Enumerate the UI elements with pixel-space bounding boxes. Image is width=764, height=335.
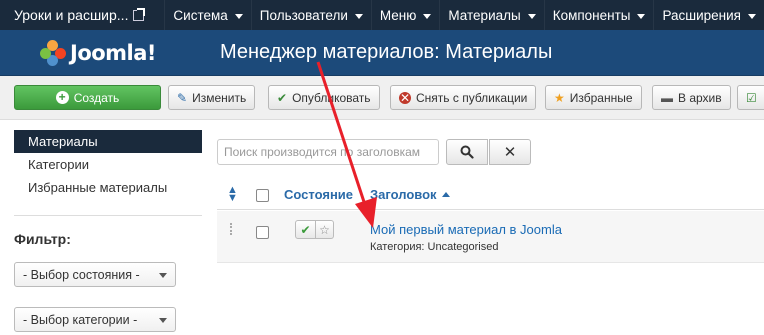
menu-system[interactable]: Система [164, 0, 250, 30]
caret-down-icon [423, 13, 432, 19]
clear-button[interactable]: ✕ [489, 139, 531, 165]
menu-label: Расширения [662, 7, 741, 23]
unpublish-button[interactable]: ✕ Снять с публикации [390, 85, 537, 110]
menu-label: Материалы [448, 7, 521, 23]
menu-content[interactable]: Материалы [439, 0, 543, 30]
row-checkbox[interactable] [256, 226, 269, 239]
star-icon: ★ [554, 90, 565, 105]
sidebar-item-featured[interactable]: Избранные материалы [14, 176, 202, 199]
caret-down-icon [159, 273, 167, 278]
logo-text: Joomla! [70, 40, 157, 65]
caret-down-icon [234, 13, 243, 19]
published-toggle-icon[interactable]: ✔ [295, 220, 316, 239]
sidebar-divider [14, 215, 202, 216]
close-icon: ✕ [503, 144, 517, 161]
caret-down-icon [159, 318, 167, 323]
column-status[interactable]: Состояние [284, 187, 353, 202]
caret-down-icon [527, 13, 536, 19]
site-name-link[interactable]: Уроки и расшир... [0, 7, 164, 23]
select-state[interactable]: - Выбор состояния - [14, 262, 176, 287]
search-button[interactable] [446, 139, 488, 165]
check-icon: ✔ [277, 90, 288, 105]
check-icon: ☑ [746, 90, 757, 105]
filter-title: Фильтр: [14, 231, 71, 247]
sort-ascending-icon [441, 192, 450, 197]
sidebar: Материалы Категории Избранные материалы … [14, 130, 202, 332]
joomla-logo[interactable]: Joomla! [40, 39, 220, 66]
column-title[interactable]: Заголовок [370, 187, 450, 202]
button-label: В архив [678, 90, 722, 105]
status-toggle-group: ✔ ☆ [295, 220, 334, 239]
select-category[interactable]: - Выбор категории - [14, 307, 176, 332]
edit-button[interactable]: ✎ Изменить [168, 85, 256, 110]
menu-label: Система [173, 7, 228, 23]
menu-extensions[interactable]: Расширения [653, 0, 764, 30]
publish-button[interactable]: ✔ Опубликовать [268, 85, 380, 110]
page-header: Joomla! Менеджер материалов: Материалы [0, 30, 764, 76]
select-all-checkbox[interactable] [256, 189, 269, 202]
site-name: Уроки и расшир... [14, 7, 129, 23]
ordering-sort-icon[interactable]: ▲ ▼ [227, 185, 238, 204]
button-label: Избранные [569, 90, 633, 105]
unpublish-icon: ✕ [399, 90, 411, 105]
button-label: Снять с публикации [416, 90, 528, 105]
top-navbar: Уроки и расшир... Система Пользователи М… [0, 0, 764, 30]
menu-label: Пользователи [259, 7, 348, 23]
button-label: Опубликовать [292, 90, 371, 105]
menu-users[interactable]: Пользователи [250, 0, 371, 30]
archive-icon: ▬ [661, 90, 673, 105]
main-menu: Система Пользователи Меню Материалы Комп… [164, 0, 764, 30]
table-header: ▲ ▼ Состояние Заголовок [217, 180, 764, 210]
column-label: Заголовок [370, 187, 437, 202]
checkin-button[interactable]: ☑ [737, 85, 764, 110]
article-title-link[interactable]: Мой первый материал в Joomla [370, 222, 562, 237]
menu-label: Меню [379, 7, 417, 23]
menu-components[interactable]: Компоненты [543, 0, 654, 30]
new-button[interactable]: + Создать [14, 85, 161, 110]
menu-menus[interactable]: Меню [370, 0, 440, 30]
page-title: Менеджер материалов: Материалы [220, 41, 553, 63]
featured-button[interactable]: ★ Избранные [545, 85, 642, 110]
article-category: Категория: Uncategorised [370, 241, 499, 253]
search-icon [460, 145, 474, 159]
drag-handle-icon[interactable] [230, 223, 234, 235]
select-value: - Выбор категории - [23, 312, 138, 327]
button-label: Изменить [192, 90, 247, 105]
column-label: Состояние [284, 187, 354, 202]
button-label: Создать [73, 90, 120, 105]
search-input[interactable]: Поиск производится по заголовкам [217, 139, 439, 165]
edit-icon: ✎ [177, 90, 188, 105]
table-row: ✔ ☆ Мой первый материал в Joomla Категор… [217, 211, 764, 263]
toolbar: + Создать ✎ Изменить ✔ Опубликовать ✕ Сн… [0, 76, 764, 120]
menu-label: Компоненты [552, 7, 631, 23]
caret-down-icon [748, 13, 756, 19]
plus-icon: + [55, 91, 69, 104]
external-link-icon [133, 7, 146, 21]
caret-down-icon [637, 13, 646, 19]
caret-down-icon [354, 13, 363, 19]
select-value: - Выбор состояния - [23, 267, 140, 282]
featured-star-icon[interactable]: ☆ [316, 220, 334, 239]
archive-button[interactable]: ▬ В архив [652, 85, 731, 110]
joomla-logo-icon [40, 39, 66, 66]
sidebar-item-categories[interactable]: Категории [14, 153, 202, 176]
search-placeholder: Поиск производится по заголовкам [224, 145, 421, 159]
sidebar-item-articles[interactable]: Материалы [14, 130, 202, 153]
